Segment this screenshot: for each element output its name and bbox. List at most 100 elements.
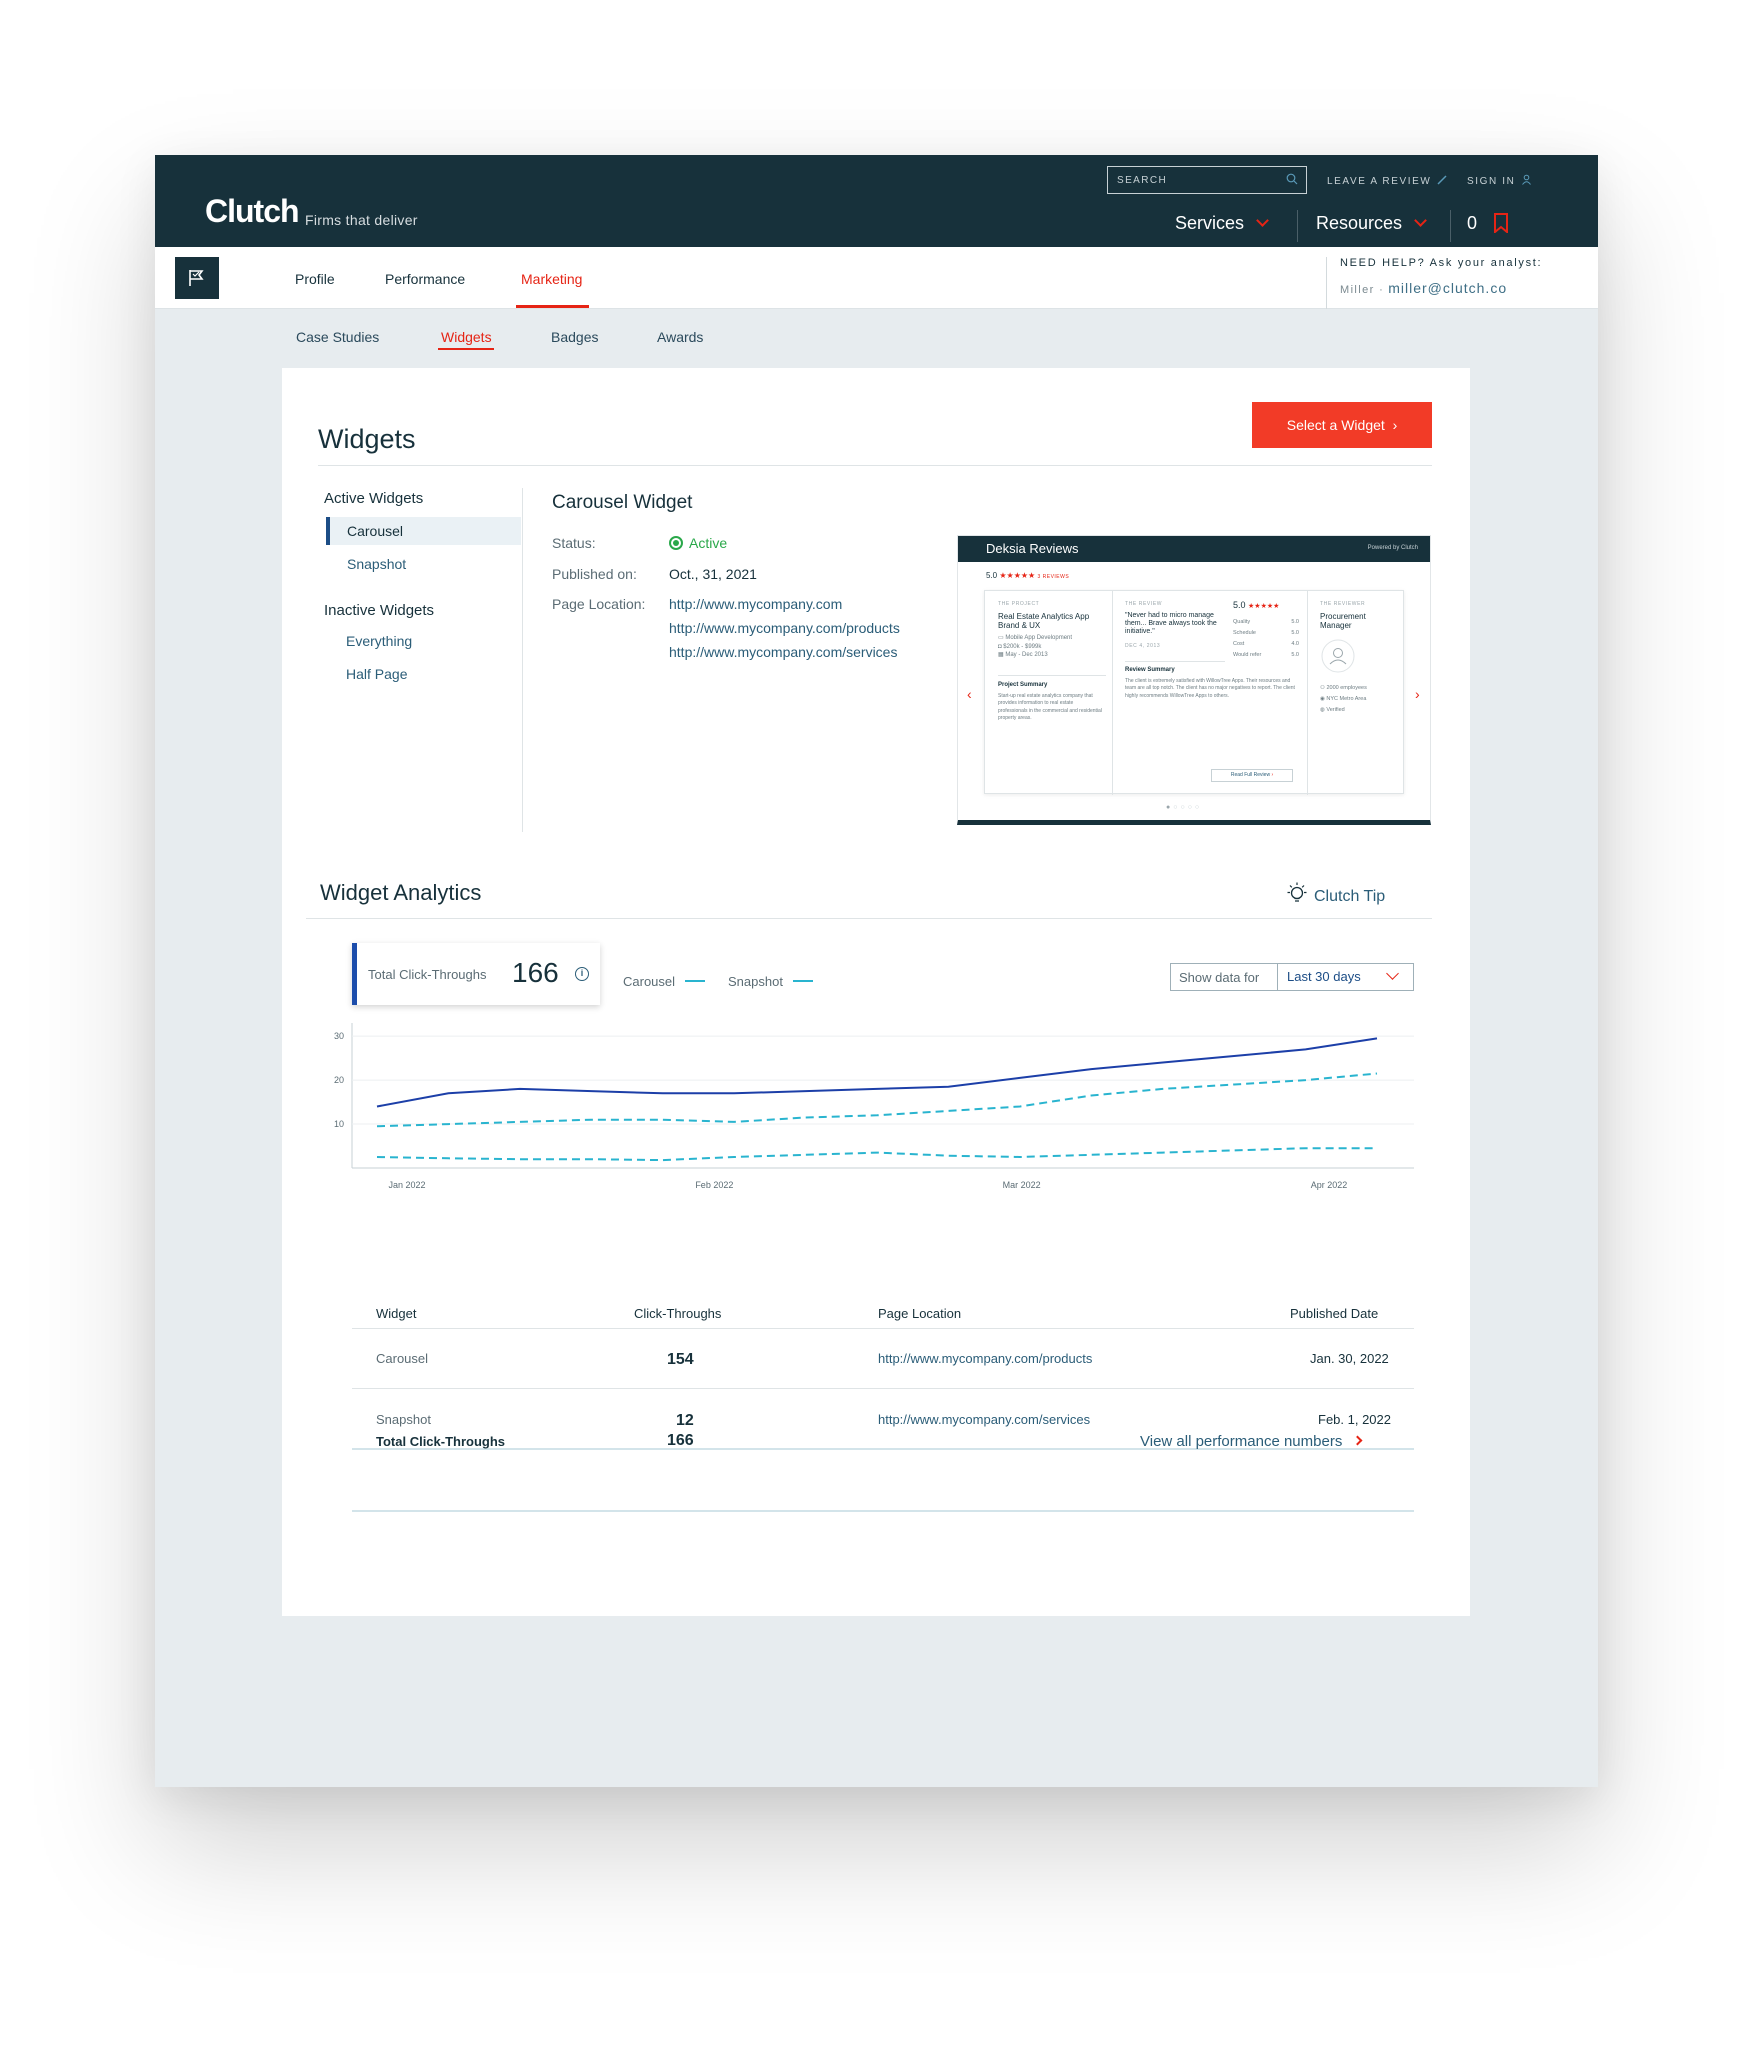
preview-project-column: THE PROJECT Real Estate Analytics App Br… (985, 591, 1113, 795)
page-location-link[interactable]: http://www.mycompany.com (669, 596, 842, 612)
tab-awards[interactable]: Awards (657, 329, 703, 345)
x-tick-label: Feb 2022 (695, 1180, 733, 1190)
divider (1125, 661, 1225, 662)
preview-review-count: 3 REVIEWS (1037, 574, 1070, 580)
sidebar-item-half-page[interactable]: Half Page (346, 666, 407, 682)
sidebar-item-snapshot[interactable]: Snapshot (347, 556, 406, 572)
review-summary-heading: Review Summary (1125, 667, 1175, 673)
divider (352, 1388, 1414, 1389)
reviewer-company-size-text: 2000 employees (1326, 685, 1367, 691)
user-icon (1522, 174, 1532, 185)
services-label: Services (1175, 213, 1245, 233)
cell-date: Jan. 30, 2022 (1310, 1351, 1389, 1366)
legend-carousel-label: Carousel (623, 974, 676, 989)
status-badge: Active (669, 535, 727, 551)
col-header-click-throughs: Click-Throughs (634, 1306, 722, 1321)
page-location-link[interactable]: http://www.mycompany.com/products (669, 620, 900, 636)
score-row-label: Cost (1233, 641, 1245, 647)
search-icon (1286, 173, 1298, 185)
kpi-value: 166 (512, 957, 559, 988)
bookmark-icon[interactable] (1494, 213, 1508, 233)
chevron-down-icon (1386, 967, 1399, 980)
page-location-link[interactable]: http://www.mycompany.com/services (669, 644, 897, 660)
widgets-card: Widgets Select a Widget › Active Widgets… (282, 368, 1470, 1616)
project-budget-text: $200k - $999k (1003, 643, 1042, 650)
leave-review-link[interactable]: LEAVE A REVIEW (1327, 174, 1448, 187)
score-row: Cost 4.0 (1233, 639, 1299, 650)
profile-subnav: Profile Performance Marketing NEED HELP?… (155, 247, 1598, 309)
saved-count[interactable]: 0 (1467, 213, 1477, 234)
avatar-icon (1321, 639, 1355, 673)
sidebar-item-everything[interactable]: Everything (346, 633, 412, 649)
person-icon: ⚇ (1320, 685, 1325, 691)
widget-preview[interactable]: Deksia Reviews Powered by Clutch 5.0 ★★★… (957, 535, 1431, 825)
sidebar-item-carousel[interactable]: Carousel (347, 523, 403, 539)
status-value: Active (689, 535, 728, 551)
select-widget-label: Select a Widget (1286, 417, 1385, 433)
kpi-label: Total Click-Throughs (368, 967, 487, 982)
reviewer-verified-text: Verified (1326, 707, 1345, 713)
tab-badges[interactable]: Badges (551, 329, 598, 345)
services-menu[interactable]: Services (1175, 213, 1269, 234)
preview-rating-value: 5.0 (986, 571, 998, 580)
divider (998, 675, 1106, 676)
sign-in-link[interactable]: SIGN IN (1467, 174, 1532, 187)
select-widget-button[interactable]: Select a Widget › (1252, 402, 1432, 448)
tab-widgets[interactable]: Widgets (441, 329, 492, 345)
search-input[interactable]: SEARCH (1107, 166, 1307, 194)
preview-rating: 5.0 ★★★★★ 3 REVIEWS (986, 571, 1069, 580)
page-location-label: Page Location: (552, 596, 646, 612)
date-range-select[interactable]: Show data for Last 30 days (1170, 963, 1414, 991)
top-header: Clutch Firms that deliver SEARCH LEAVE A… (155, 155, 1598, 247)
divider (1297, 210, 1298, 242)
carousel-dots-icon[interactable]: ●○○○○ (1166, 804, 1202, 811)
project-service: ▭ Mobile App Development (998, 634, 1110, 643)
tab-case-studies[interactable]: Case Studies (296, 329, 379, 345)
y-tick-label: 20 (334, 1075, 344, 1085)
status-dot-icon (669, 536, 683, 550)
pencil-icon (1437, 175, 1448, 185)
divider (1450, 210, 1451, 242)
clutch-logo[interactable]: Clutch (205, 193, 300, 230)
need-help-label: NEED HELP? Ask your analyst: (1340, 257, 1543, 269)
score-row-value: 4.0 (1291, 641, 1299, 647)
tab-performance[interactable]: Performance (385, 271, 465, 287)
view-all-label: View all performance numbers (1140, 1433, 1343, 1450)
location-pin-icon: ◉ (1320, 696, 1325, 702)
clutch-tip-link[interactable]: Clutch Tip (1314, 888, 1385, 906)
tab-marketing[interactable]: Marketing (521, 271, 582, 287)
read-full-review-button[interactable]: Read Full Review › (1211, 769, 1293, 782)
status-label: Status: (552, 535, 596, 551)
reviewer-title: Procurement Manager (1320, 612, 1366, 631)
calendar-icon: ▦ (998, 652, 1004, 659)
search-placeholder: SEARCH (1117, 175, 1168, 186)
sign-in-label: SIGN IN (1467, 176, 1516, 187)
published-value: Oct., 31, 2021 (669, 566, 757, 582)
analytics-title: Widget Analytics (320, 880, 482, 905)
score-row: Quality 5.0 (1233, 617, 1299, 628)
tab-profile[interactable]: Profile (295, 271, 335, 287)
chevron-down-icon (1256, 214, 1269, 227)
view-all-performance-link[interactable]: View all performance numbers (1140, 1433, 1363, 1450)
analyst-email-link[interactable]: miller@clutch.co (1388, 280, 1507, 296)
cell-location-link[interactable]: http://www.mycompany.com/services (878, 1412, 1090, 1427)
y-tick-label: 30 (334, 1031, 344, 1041)
tag-icon: ◘ (998, 643, 1002, 650)
resources-menu[interactable]: Resources (1316, 213, 1427, 234)
divider (352, 1328, 1414, 1329)
analyst-contact: Miller · miller@clutch.co (1340, 280, 1507, 296)
lightbulb-icon[interactable] (1285, 881, 1309, 907)
company-logo[interactable] (175, 257, 219, 299)
carousel-prev-arrow-icon[interactable]: ‹ (967, 686, 972, 702)
info-icon[interactable]: i (575, 967, 589, 981)
score-row: Would refer 5.0 (1233, 650, 1299, 661)
active-widgets-heading: Active Widgets (324, 490, 424, 507)
project-dates-text: May - Dec 2013 (1005, 652, 1048, 659)
read-full-review-label: Read Full Review (1230, 772, 1271, 778)
reviewer-location-text: NYC Metro Area (1326, 696, 1367, 702)
cell-location-link[interactable]: http://www.mycompany.com/products (878, 1351, 1092, 1366)
divider (306, 918, 1432, 919)
cell-clicks: 154 (667, 1351, 694, 1368)
carousel-next-arrow-icon[interactable]: › (1415, 686, 1420, 702)
series-line (376, 1037, 1378, 1108)
